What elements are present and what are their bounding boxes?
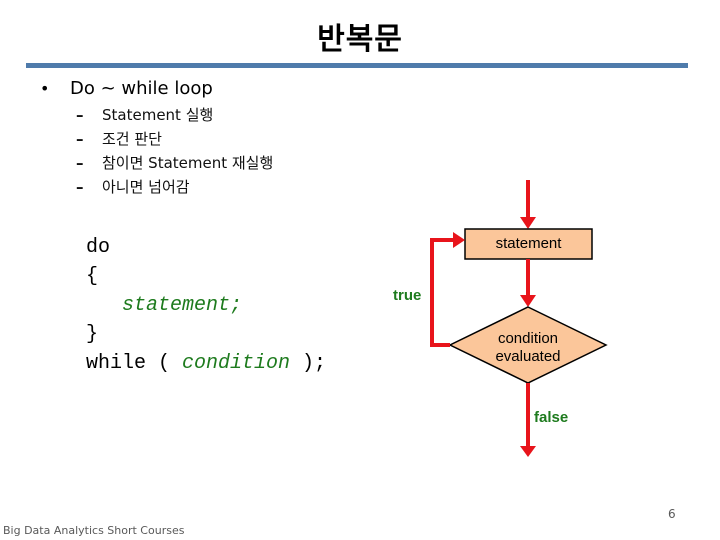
true-loop-line — [430, 238, 455, 347]
page-number: 6 — [668, 507, 676, 521]
entry-arrowhead-icon — [520, 217, 536, 229]
exit-arrowhead-icon — [520, 446, 536, 457]
true-label: true — [393, 287, 422, 304]
loop-arrowhead-icon — [453, 232, 465, 248]
false-label: false — [534, 409, 569, 426]
condition-node-label-line1: condition — [497, 330, 559, 347]
condition-arrowhead-icon — [520, 295, 536, 307]
statement-node-label: statement — [495, 235, 562, 252]
condition-node-label-line2: evaluated — [495, 348, 561, 365]
flowchart — [430, 180, 608, 457]
footer-course-name: Big Data Analytics Short Courses — [3, 524, 185, 537]
